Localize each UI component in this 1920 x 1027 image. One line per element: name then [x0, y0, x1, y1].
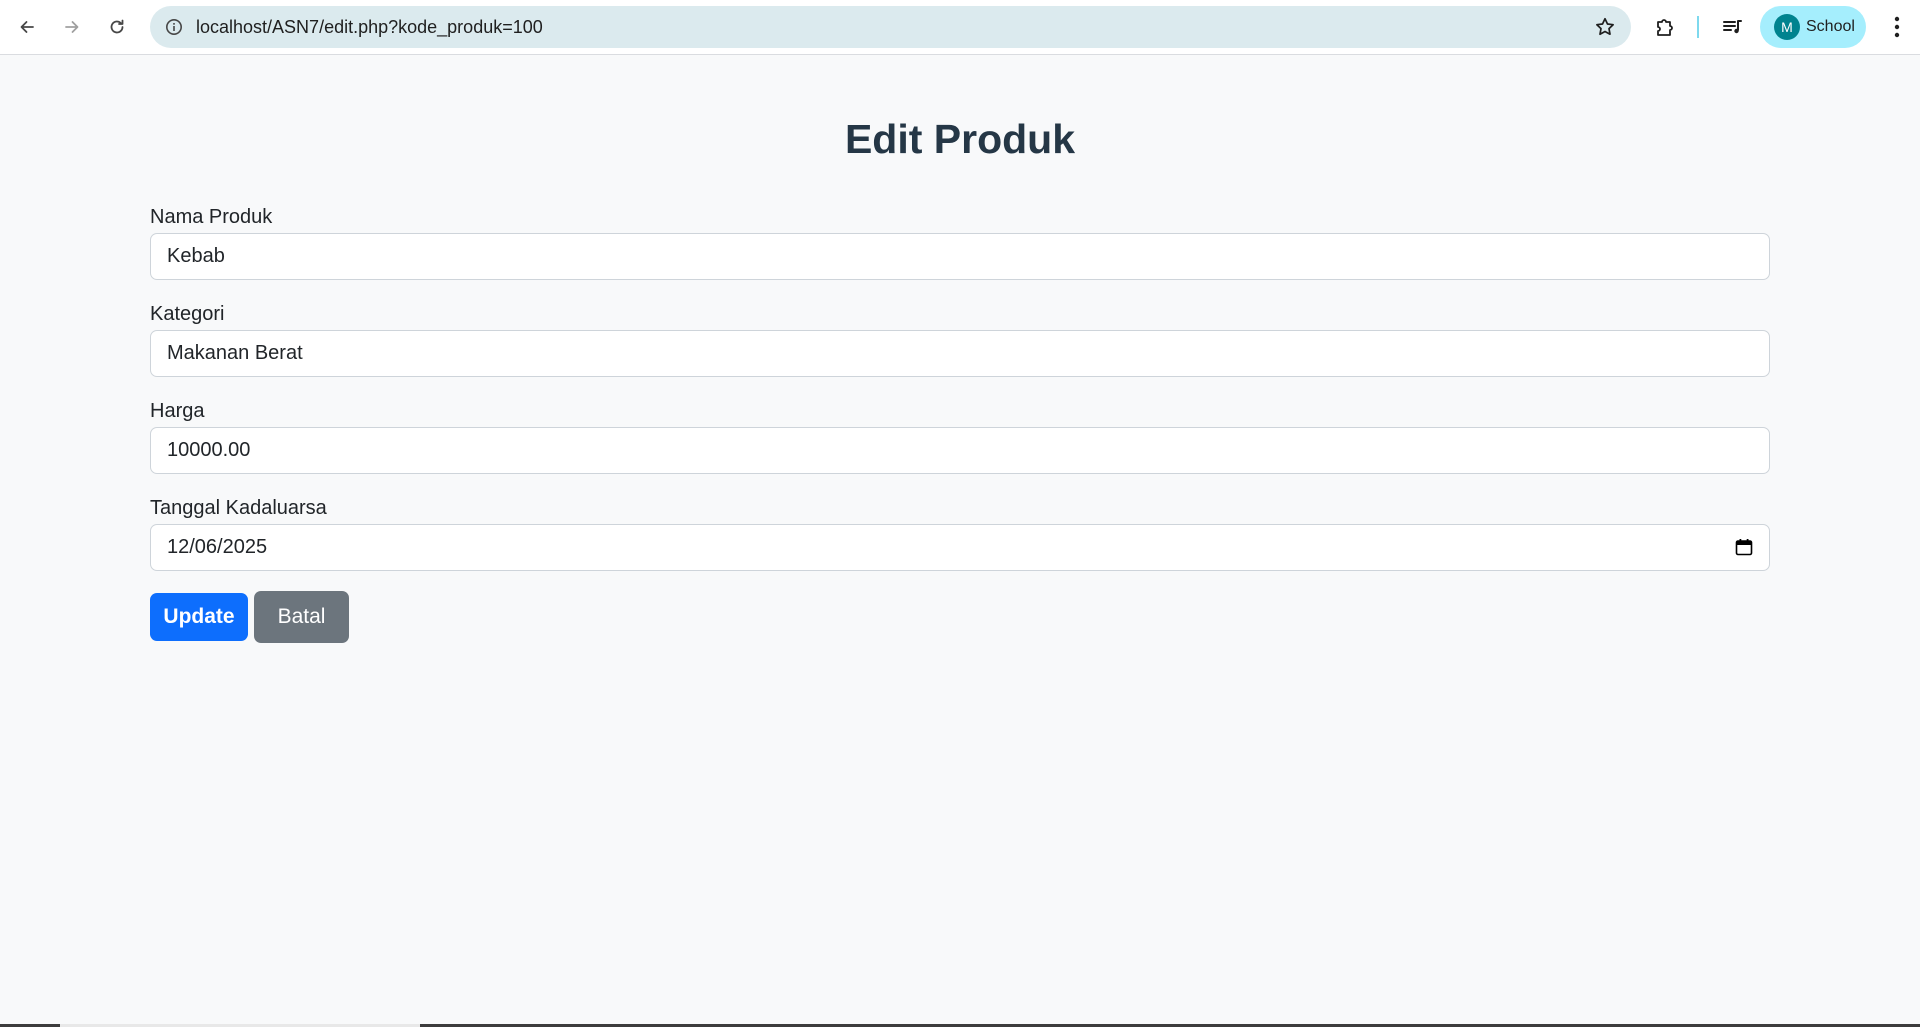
expiry-date-input[interactable]: [150, 524, 1770, 571]
category-label: Kategori: [150, 303, 225, 325]
product-name-label: Nama Produk: [150, 206, 273, 228]
address-bar-url[interactable]: localhost/ASN7/edit.php?kode_produk=100: [196, 6, 543, 48]
info-circle-icon[interactable]: [162, 15, 186, 39]
update-button[interactable]: Update: [150, 593, 248, 641]
price-label: Harga: [150, 400, 205, 422]
browser-toolbar: localhost/ASN7/edit.php?kode_produk=100 …: [0, 0, 1920, 55]
product-name-input[interactable]: [150, 233, 1770, 280]
address-bar[interactable]: localhost/ASN7/edit.php?kode_produk=100: [150, 6, 1631, 48]
arrow-left-icon: [20, 21, 34, 33]
calendar-icon[interactable]: [1734, 537, 1754, 557]
category-input[interactable]: [150, 330, 1770, 377]
reload-button[interactable]: [99, 9, 135, 45]
avatar: M: [1774, 14, 1800, 40]
price-input[interactable]: [150, 427, 1770, 474]
profile-button[interactable]: M School: [1760, 6, 1866, 48]
expiry-date-field: [150, 524, 1770, 571]
puzzle-icon: [1657, 19, 1673, 36]
browser-menu-button[interactable]: [1882, 11, 1912, 43]
page-title: Edit Produk: [844, 116, 1076, 162]
toolbar-divider: [1697, 16, 1699, 38]
arrow-right-icon: [65, 21, 79, 33]
forward-button[interactable]: [54, 9, 90, 45]
extensions-button[interactable]: [1650, 11, 1682, 43]
kebab-menu-icon: [1894, 16, 1900, 38]
playlist-icon: [1723, 20, 1742, 34]
cancel-button[interactable]: Batal: [254, 591, 349, 643]
back-button[interactable]: [9, 9, 45, 45]
media-controls-button[interactable]: [1716, 11, 1748, 43]
expiry-date-label: Tanggal Kadaluarsa: [150, 497, 327, 519]
reload-icon: [110, 19, 124, 34]
profile-name: School: [1806, 18, 1855, 35]
star-outline-icon[interactable]: [1593, 15, 1617, 39]
